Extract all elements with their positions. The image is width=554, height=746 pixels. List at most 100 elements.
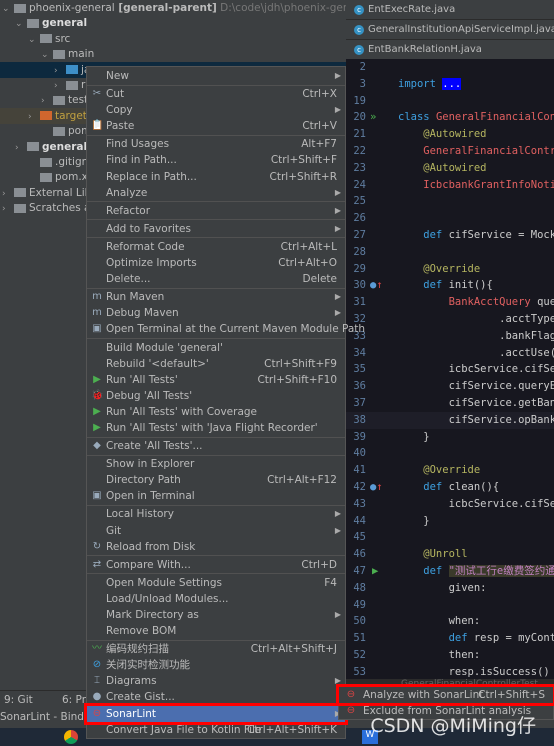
- watermark: CSDN @MiMing仔: [370, 715, 536, 737]
- menu-item-label: Convert Java File to Kotlin File: [106, 723, 262, 736]
- menu-item-copy[interactable]: Copy ▶: [87, 102, 345, 118]
- menu-item-mark-directory-as[interactable]: Mark Directory as ▶: [87, 607, 345, 623]
- menu-item-optimize-imports[interactable]: Optimize Imports Ctrl+Alt+O: [87, 255, 345, 271]
- problems-tool-button[interactable]: 6: Pr: [62, 694, 86, 706]
- menu-item-show-in-explorer[interactable]: Show in Explorer: [87, 456, 345, 472]
- menu-item-create-all-tests[interactable]: ◆ Create 'All Tests'...: [87, 438, 345, 454]
- code-token: cifService.opBankA: [398, 413, 554, 426]
- menu-item-build-module-general[interactable]: Build Module 'general': [87, 340, 345, 356]
- code-token: clean(){: [448, 481, 500, 493]
- tab-entbankrelation[interactable]: c EntBankRelationH.java: [346, 40, 554, 60]
- tree-node-label: general: [42, 17, 88, 30]
- code-line: 46 @Unroll: [346, 546, 554, 563]
- code-token: .acctType(: [398, 313, 554, 325]
- menu-item-open-module-settings[interactable]: Open Module Settings F4: [87, 575, 345, 591]
- code-line: 38 cifService.opBankA: [346, 411, 554, 429]
- code-token: def: [398, 632, 474, 645]
- menu-item-run-all-tests[interactable]: ▶ Run 'All Tests' Ctrl+Shift+F10: [87, 372, 345, 388]
- line-number: 52: [353, 649, 366, 661]
- menu-item-directory-path[interactable]: Directory Path Ctrl+Alt+F12: [87, 472, 345, 488]
- tree-node[interactable]: ⌄ phoenix-general [general-parent] D:\cod…: [0, 0, 370, 16]
- menu-item-run-all-tests-with-java-flight-recorder[interactable]: ▶ Run 'All Tests' with 'Java Flight Recor…: [87, 420, 345, 436]
- menu-item-label: Analyze: [106, 186, 148, 199]
- menu-item-run-maven[interactable]: m Run Maven ▶: [87, 289, 345, 305]
- line-number: 37: [353, 397, 366, 409]
- line-number: 48: [353, 581, 366, 594]
- tree-node-label: target: [55, 109, 87, 122]
- code-line: 40: [346, 445, 554, 462]
- menu-item-rebuild-default[interactable]: Rebuild '<default>' Ctrl+Shift+F9: [87, 356, 345, 372]
- menu-item-find-usages[interactable]: Find Usages Alt+F7: [87, 136, 345, 152]
- menu-item-shortcut: Ctrl+X: [302, 88, 337, 101]
- submenu-arrow-icon: ▶: [334, 308, 341, 318]
- menu-item-run-all-tests-with-coverage[interactable]: ▶ Run 'All Tests' with Coverage: [87, 404, 345, 420]
- folder-icon: [14, 188, 26, 198]
- menu-item-icon: ▶: [93, 421, 101, 433]
- menu-item-git[interactable]: Git ▶: [87, 523, 345, 539]
- tree-node[interactable]: ⌄ general: [0, 15, 346, 31]
- menu-item-reload-from-disk[interactable]: ↻ Reload from Disk: [87, 539, 345, 555]
- tab-entexecrate[interactable]: c EntExecRate.java: [346, 0, 554, 20]
- menu-item-shortcut: Ctrl+Alt+Shift+J: [250, 643, 337, 656]
- menu-item-paste[interactable]: 📋 Paste Ctrl+V: [87, 118, 345, 134]
- menu-item-compare-with[interactable]: ⇄ Compare With... Ctrl+D: [87, 557, 345, 573]
- menu-item-convert-java-file-to-kotlin-file[interactable]: Convert Java File to Kotlin File Ctrl+Alt…: [87, 722, 345, 738]
- override-gutter-icon[interactable]: ●↑: [370, 479, 383, 496]
- code-line: 21 @Autowired: [346, 126, 554, 143]
- menu-item-debug-maven[interactable]: m Debug Maven ▶: [87, 305, 345, 321]
- code-token: @Override: [398, 262, 481, 275]
- menu-item-icon: ▶: [93, 373, 101, 385]
- menu-item-load-unload-modules[interactable]: Load/Unload Modules...: [87, 591, 345, 607]
- code-token: "测试工行e缴费签约通: [448, 565, 554, 577]
- submenu-arrow-icon: ▶: [334, 187, 341, 197]
- code-token: @Override: [398, 464, 481, 477]
- line-number: 40: [353, 447, 366, 460]
- git-tool-button[interactable]: 9: Git: [4, 694, 33, 706]
- menu-item-reformat-code[interactable]: Reformat Code Ctrl+Alt+L: [87, 239, 345, 255]
- menu-item-local-history[interactable]: Local History ▶: [87, 506, 345, 522]
- menu-item-analyze[interactable]: Analyze ▶: [87, 185, 345, 201]
- menu-item-find-in-path[interactable]: Find in Path... Ctrl+Shift+F: [87, 152, 345, 168]
- menu-item-label: Git: [106, 524, 122, 537]
- tree-node[interactable]: ⌄ src: [0, 31, 346, 47]
- run-gutter-icon[interactable]: »: [370, 109, 376, 126]
- menu-item-remove-bom[interactable]: Remove BOM: [87, 623, 345, 639]
- code-line: 48 given:: [346, 580, 554, 597]
- code-editor[interactable]: 2 3 import ... 19 20» class GeneralFinancialC…: [346, 59, 554, 679]
- menu-item-debug-all-tests[interactable]: 🐞 Debug 'All Tests': [87, 388, 345, 404]
- menu-item-refactor[interactable]: Refactor ▶: [87, 203, 345, 219]
- override-gutter-icon[interactable]: ●↑: [370, 277, 383, 294]
- menu-item-analyze-with-sonarlint[interactable]: ⊖ Analyze with SonarLint Ctrl+Shift+S: [336, 683, 554, 707]
- menu-item-new[interactable]: New ▶: [87, 68, 345, 84]
- menu-item-[interactable]: 〰编码规约扫描 Ctrl+Alt+Shift+J: [87, 641, 345, 657]
- line-number: 46: [353, 548, 366, 561]
- menu-item-add-to-favorites[interactable]: Add to Favorites ▶: [87, 221, 345, 237]
- submenu-arrow-icon: ▶: [334, 105, 341, 115]
- menu-item-diagrams[interactable]: ⌶ Diagrams ▶: [87, 673, 345, 689]
- menu-item-[interactable]: ⊘ 关闭实时检测功能: [87, 657, 345, 673]
- run-gutter-icon[interactable]: ▶: [372, 563, 378, 580]
- menu-item-icon: ●: [92, 691, 102, 703]
- menu-item-create-gist[interactable]: ● Create Gist...: [87, 689, 345, 705]
- menu-item-replace-in-path[interactable]: Replace in Path... Ctrl+Shift+R: [87, 169, 345, 185]
- menu-item-cut[interactable]: ✂ Cut Ctrl+X: [87, 86, 345, 102]
- line-number: 29: [353, 262, 366, 275]
- expand-arrow-icon[interactable]: ›: [2, 201, 14, 217]
- tree-node[interactable]: ⌄ main: [0, 46, 346, 62]
- tab-generalinstitution[interactable]: c GeneralInstitutionApiServiceImpl.java: [346, 20, 554, 40]
- chrome-icon[interactable]: [64, 730, 78, 744]
- menu-item-open-terminal-at-the-current-maven-module-path[interactable]: ▣ Open Terminal at the Current Maven Modu…: [87, 321, 365, 337]
- menu-item-open-in-terminal[interactable]: ▣ Open in Terminal: [87, 488, 345, 504]
- menu-item-sonarlint[interactable]: ⊖SonarLint▶: [84, 702, 348, 725]
- menu-item-shortcut: F4: [324, 576, 337, 589]
- folder-icon: [40, 111, 52, 121]
- menu-item-label: Mark Directory as: [106, 609, 199, 621]
- menu-item-icon: 〰: [92, 643, 102, 655]
- menu-item-delete[interactable]: Delete... Delete: [87, 271, 345, 287]
- code-token: .bankFlag: [398, 329, 554, 342]
- tab-label: EntExecRate.java: [368, 4, 456, 15]
- code-line: 23 @Autowired: [346, 160, 554, 177]
- menu-item-shortcut: Ctrl+Shift+S: [478, 689, 545, 701]
- menu-item-label: Reload from Disk: [106, 540, 196, 553]
- line-number: 35: [353, 363, 366, 376]
